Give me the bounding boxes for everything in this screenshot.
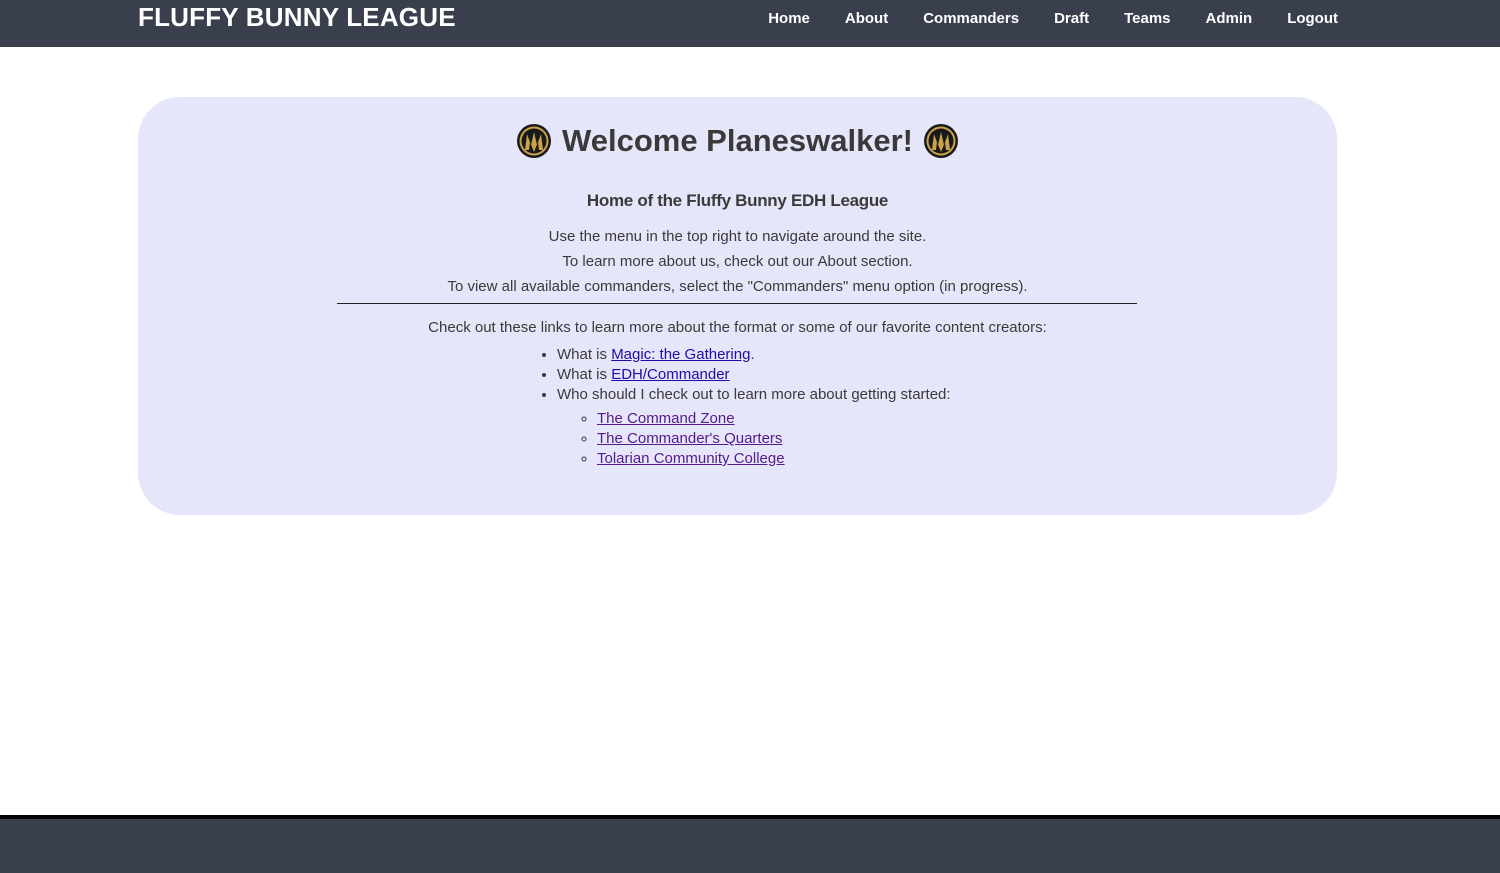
list-item: Who should I check out to learn more abo…	[557, 386, 951, 470]
mtg-planeswalker-icon	[923, 124, 958, 158]
list-item-text: What is	[557, 366, 612, 383]
intro-text: Use the menu in the top right to navigat…	[138, 228, 1337, 303]
link-tolarian-community-college[interactable]: Tolarian Community College	[597, 450, 785, 467]
links-list: What is Magic: the Gathering. What is ED…	[557, 346, 951, 470]
footer	[0, 819, 1500, 873]
link-the-commanders-quarters[interactable]: The Commander's Quarters	[597, 430, 782, 447]
link-the-command-zone[interactable]: The Command Zone	[597, 410, 735, 427]
page-title: Welcome Planeswalker!	[562, 123, 913, 158]
creator-links: The Command Zone The Commander's Quarter…	[597, 410, 951, 470]
top-navbar: FLUFFY BUNNY LEAGUE Home About Commander…	[0, 0, 1500, 47]
site-title[interactable]: FLUFFY BUNNY LEAGUE	[138, 2, 456, 33]
divider	[337, 303, 1137, 304]
intro-line: Use the menu in the top right to navigat…	[548, 228, 927, 245]
list-item-text: What is	[557, 346, 612, 363]
links-intro: Check out these links to learn more abou…	[428, 319, 1047, 336]
link-magic-the-gathering[interactable]: Magic: the Gathering	[611, 346, 750, 363]
page-subtitle: Home of the Fluffy Bunny EDH League	[586, 191, 889, 210]
nav-logout[interactable]: Logout	[1287, 10, 1338, 28]
list-item-text: Who should I check out to learn more abo…	[557, 386, 951, 403]
nav-draft[interactable]: Draft	[1054, 10, 1089, 28]
nav-home[interactable]: Home	[768, 10, 810, 28]
intro-line: To view all available commanders, select…	[447, 278, 1028, 295]
link-edh-commander[interactable]: EDH/Commander	[611, 366, 729, 383]
nav-teams[interactable]: Teams	[1124, 10, 1170, 28]
welcome-card: Welcome Planeswalker! Home of the Fluffy…	[138, 97, 1337, 515]
mtg-planeswalker-icon	[517, 124, 552, 158]
list-item: What is Magic: the Gathering.	[557, 346, 951, 366]
intro-line: To learn more about us, check out our Ab…	[562, 253, 913, 270]
nav-about[interactable]: About	[845, 10, 888, 28]
list-item: The Command Zone	[597, 410, 951, 430]
welcome-heading: Welcome Planeswalker!	[138, 123, 1337, 159]
list-item: The Commander's Quarters	[597, 430, 951, 450]
list-item: Tolarian Community College	[597, 450, 951, 470]
list-item-text: .	[750, 346, 755, 363]
main-nav: Home About Commanders Draft Teams Admin …	[733, 10, 1338, 28]
nav-admin[interactable]: Admin	[1206, 10, 1253, 28]
nav-commanders[interactable]: Commanders	[923, 10, 1019, 28]
list-item: What is EDH/Commander	[557, 366, 951, 386]
